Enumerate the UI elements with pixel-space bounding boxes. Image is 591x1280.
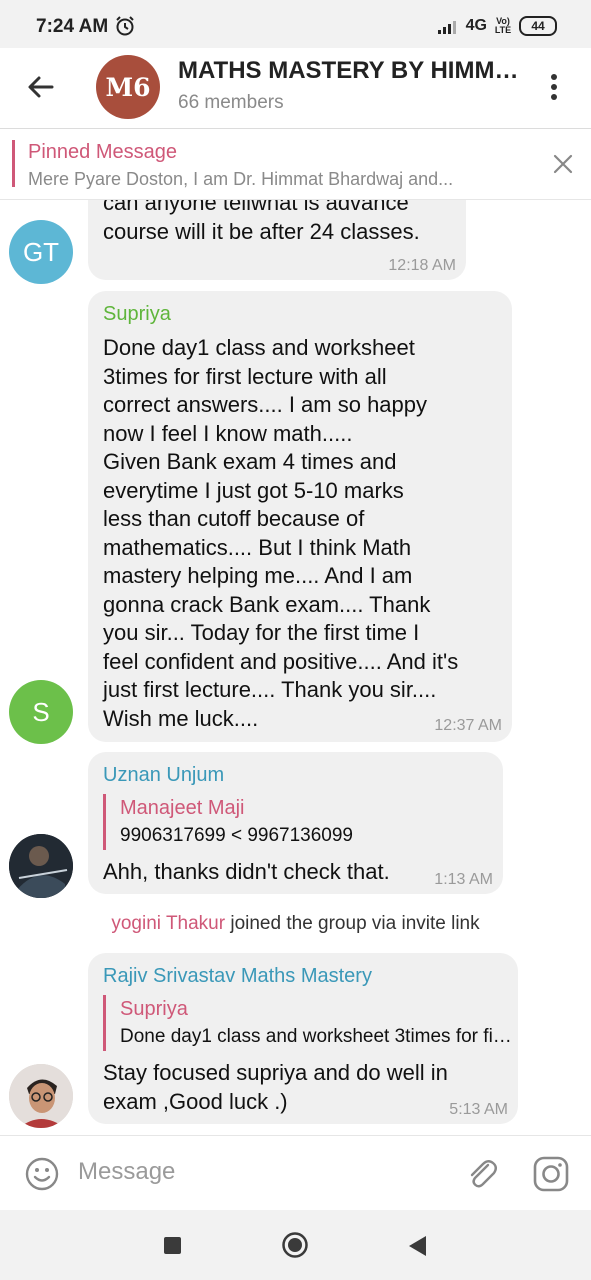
reply-text: 9906317699 < 9967136099 — [120, 825, 353, 846]
service-message: yogini Thakur joined the group via invit… — [0, 913, 591, 935]
close-icon[interactable] — [552, 153, 574, 175]
volte-icon: Vo) LTE — [494, 16, 512, 35]
sender-name[interactable]: Uznan Unjum — [103, 764, 224, 787]
pinned-title: Pinned Message — [28, 141, 177, 163]
status-time: 7:24 AM — [36, 16, 109, 37]
message-text: Done day1 class and worksheet 3times for… — [103, 335, 459, 731]
pinned-message-bar[interactable]: Pinned Message Mere Pyare Doston, I am D… — [0, 129, 591, 200]
reply-text: Done day1 class and worksheet 3times for… — [120, 1026, 515, 1047]
group-avatar[interactable]: M6 — [96, 55, 160, 119]
more-options-icon[interactable] — [540, 70, 568, 104]
reply-sender: Supriya — [120, 998, 188, 1020]
message-text: Ahh, thanks didn't check that. — [103, 859, 390, 884]
user-photo-icon — [9, 1064, 73, 1128]
back-button[interactable] — [406, 1234, 428, 1258]
instagram-camera-icon[interactable] — [532, 1156, 570, 1192]
message-input[interactable]: Message — [78, 1158, 175, 1186]
reply-preview[interactable]: Supriya Done day1 class and worksheet 3t… — [103, 995, 515, 1051]
pinned-accent-bar — [12, 140, 15, 187]
avatar-photo[interactable] — [9, 1064, 73, 1128]
message-bubble[interactable]: Uznan Unjum Manajeet Maji 9906317699 < 9… — [88, 752, 503, 894]
alarm-icon — [116, 16, 134, 36]
message-bubble[interactable]: Rajiv Srivastav Maths Mastery Supriya Do… — [88, 953, 518, 1124]
message-time: 5:13 AM — [449, 1101, 508, 1118]
message-text: can anyone tellwhat is advance course wi… — [103, 200, 420, 244]
message-list[interactable]: can anyone tellwhat is advance course wi… — [0, 200, 591, 1134]
status-bar: 7:24 AM 4G Vo) LTE 44 — [0, 0, 591, 48]
status-indicators: 4G Vo) LTE 44 — [437, 15, 557, 37]
message-time: 1:13 AM — [434, 871, 493, 888]
back-arrow-icon[interactable] — [24, 70, 58, 104]
joined-user-name[interactable]: yogini Thakur — [111, 913, 225, 934]
sender-name[interactable]: Supriya — [103, 303, 171, 326]
emoji-icon[interactable] — [24, 1156, 60, 1192]
recent-apps-button[interactable] — [164, 1237, 181, 1254]
system-navigation-bar — [0, 1210, 591, 1280]
home-button[interactable] — [282, 1232, 308, 1258]
battery-level: 44 — [531, 19, 545, 33]
network-type: 4G — [465, 17, 487, 34]
reply-sender: Manajeet Maji — [120, 797, 245, 819]
pinned-text: Mere Pyare Doston, I am Dr. Himmat Bhard… — [28, 169, 454, 189]
signal-icon — [437, 21, 456, 34]
chat-header: M6 MATHS MASTERY BY HIMMAT BHARDWAJ 66 m… — [0, 48, 591, 129]
battery-icon: 44 — [519, 16, 557, 36]
service-text: joined the group via invite link — [225, 913, 480, 934]
reply-preview[interactable]: Manajeet Maji 9906317699 < 9967136099 — [103, 794, 500, 850]
message-composer: Message — [0, 1135, 591, 1210]
avatar[interactable]: GT — [9, 220, 73, 284]
message-time: 12:18 AM — [388, 257, 456, 274]
avatar[interactable]: S — [9, 680, 73, 744]
message-time: 12:37 AM — [434, 717, 502, 734]
user-photo-icon — [9, 834, 73, 898]
group-title[interactable]: MATHS MASTERY BY HIMMAT BHARDWAJ — [178, 57, 530, 85]
avatar-photo[interactable] — [9, 834, 73, 898]
member-count: 66 members — [178, 92, 284, 113]
sender-name[interactable]: Rajiv Srivastav Maths Mastery — [103, 965, 372, 988]
attachment-icon[interactable] — [464, 1156, 500, 1192]
message-bubble[interactable]: can anyone tellwhat is advance course wi… — [88, 200, 466, 280]
message-bubble[interactable]: Supriya Done day1 class and worksheet 3t… — [88, 291, 512, 742]
